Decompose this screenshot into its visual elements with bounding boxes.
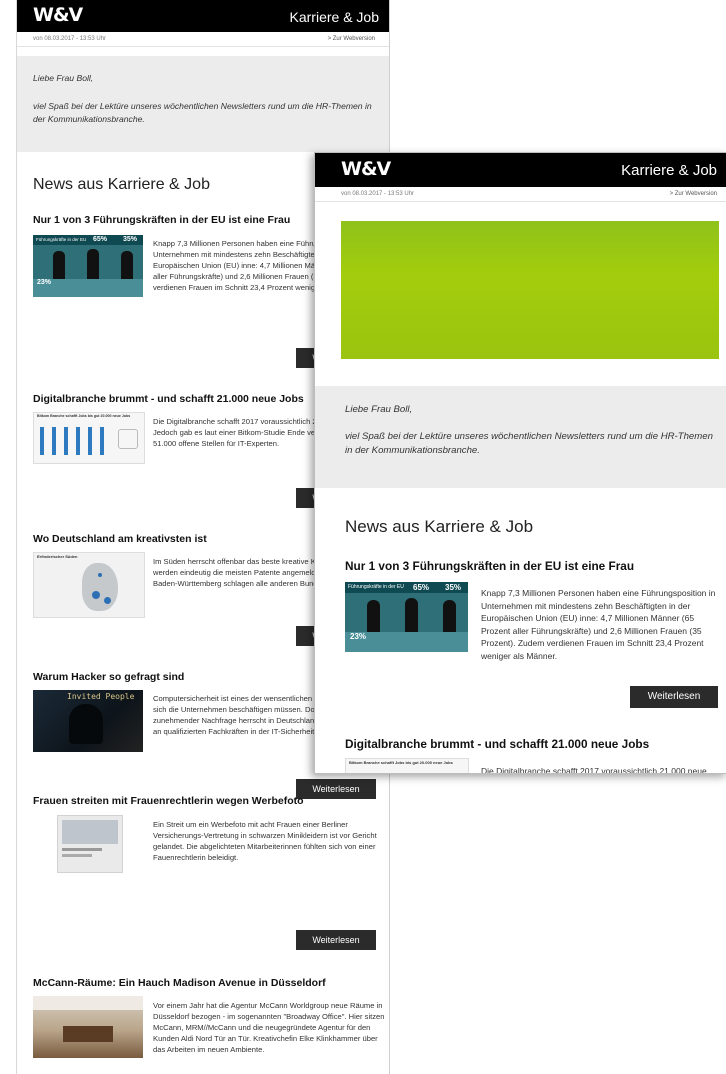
send-date: von 08.03.2017 - 13:53 Uhr [33,36,107,42]
greeting-salutation: Liebe Frau Boll, [33,73,94,83]
news-heading: News aus Karriere & Job [33,176,210,193]
newsletter-header: W&V Karriere & Job [315,153,726,187]
article-title[interactable]: Wo Deutschland am kreativsten ist [33,533,207,545]
greeting-box: Liebe Frau Boll, viel Spaß bei der Lektü… [17,56,389,152]
article-thumbnail-leaders[interactable]: Führungskräfte in der EU 65% 35% 23% [345,582,468,652]
greeting-salutation: Liebe Frau Boll, [345,404,413,415]
article-title[interactable]: Warum Hacker so gefragt sind [33,671,184,683]
section-name: Karriere & Job [621,162,717,179]
greeting-body: viel Spaß bei der Lektüre unseres wöchen… [33,101,372,124]
newsletter-header: W&V Karriere & Job [17,0,389,32]
article-thumbnail-germany-map[interactable]: Erfinderischer Süden [33,552,145,618]
article-summary: Ein Streit um ein Werbefoto mit acht Fra… [153,820,377,862]
read-more-button[interactable]: Weiterlesen [630,686,718,708]
read-more-button[interactable]: Weiterlesen [296,779,376,799]
greeting-body: viel Spaß bei der Lektüre unseres wöchen… [345,431,713,456]
green-banner [341,221,719,359]
wv-logo: W&V [341,158,391,180]
article-thumbnail-hacker[interactable]: Invited People [33,690,143,752]
article-thumbnail-office[interactable] [33,996,143,1058]
article-title[interactable]: Nur 1 von 3 Führungskräften in der EU is… [33,214,290,226]
article-summary: Vor einem Jahr hat die Agentur McCann Wo… [153,1001,385,1054]
article-title[interactable]: Nur 1 von 3 Führungskräften in der EU is… [345,559,634,573]
article-title[interactable]: McCann-Räume: Ein Hauch Madison Avenue i… [33,977,326,989]
article-title[interactable]: Frauen streiten mit Frauenrechtlerin weg… [33,795,304,807]
newsletter-window-front: W&V Karriere & Job von 08.03.2017 - 13:5… [314,152,726,774]
webversion-link[interactable]: > Zur Webversion [328,36,375,42]
article-summary: Die Digitalbranche schafft 2017 voraussi… [481,766,707,774]
article-thumbnail-photo[interactable] [57,815,123,873]
meta-bar: von 08.03.2017 - 13:53 Uhr > Zur Webvers… [17,32,389,47]
meta-bar: von 08.03.2017 - 13:53 Uhr > Zur Webvers… [315,187,726,202]
webversion-link[interactable]: > Zur Webversion [670,191,717,197]
article-thumbnail-jobs-chart[interactable]: Bitkom Branche schafft Jobs bis gut 20.0… [345,758,469,773]
article-thumbnail-leaders[interactable]: Führungskräfte in der EU 65% 35% 23% [33,235,143,297]
wv-logo: W&V [33,4,83,26]
send-date: von 08.03.2017 - 13:53 Uhr [341,191,415,197]
greeting-box: Liebe Frau Boll, viel Spaß bei der Lektü… [315,386,726,488]
article-summary: Knapp 7,3 Millionen Personen haben eine … [481,588,716,661]
article-title[interactable]: Digitalbranche brummt - und schafft 21.0… [33,393,304,405]
article-thumbnail-jobs-chart[interactable]: Bitkom Branche schafft Jobs bis gut 20.0… [33,412,145,464]
read-more-button[interactable]: Weiterlesen [296,930,376,950]
article-title[interactable]: Digitalbranche brummt - und schafft 21.0… [345,737,649,751]
section-name: Karriere & Job [289,9,379,25]
news-heading: News aus Karriere & Job [345,517,534,536]
